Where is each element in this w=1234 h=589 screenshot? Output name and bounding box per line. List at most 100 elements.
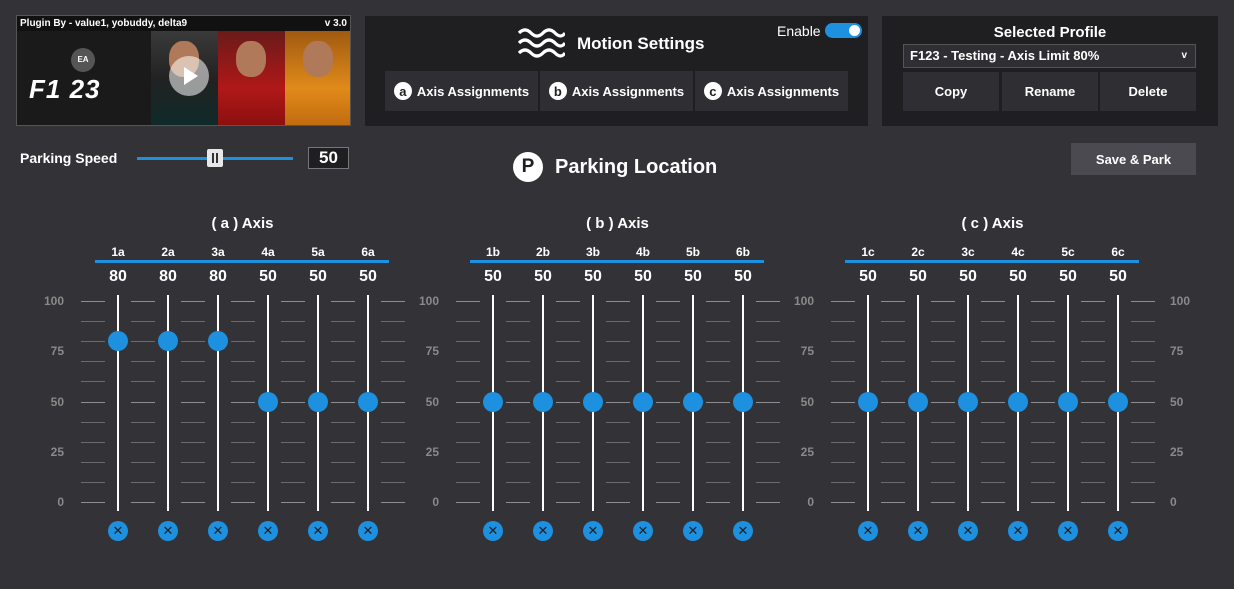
channel-slider-knob[interactable] bbox=[1008, 391, 1028, 412]
scale-tick bbox=[706, 421, 730, 423]
reset-channel-icon[interactable]: ✕ bbox=[308, 521, 328, 541]
scale-tick bbox=[981, 361, 1005, 363]
profile-select[interactable]: F123 - Testing - Axis Limit 80% v bbox=[903, 44, 1196, 68]
reset-channel-icon[interactable]: ✕ bbox=[1008, 521, 1028, 541]
scale-tick bbox=[81, 401, 105, 403]
reset-channel-icon[interactable]: ✕ bbox=[958, 521, 978, 541]
channel-slider-knob[interactable] bbox=[633, 391, 653, 412]
enable-label: Enable bbox=[777, 23, 821, 39]
channel-slider-track[interactable] bbox=[117, 295, 119, 511]
scale-label: 0 bbox=[1170, 495, 1177, 509]
reset-channel-icon[interactable]: ✕ bbox=[683, 521, 703, 541]
enable-toggle[interactable] bbox=[825, 23, 862, 38]
scale-tick bbox=[131, 321, 155, 323]
parking-speed-thumb[interactable] bbox=[207, 149, 223, 167]
scale-tick bbox=[981, 461, 1005, 463]
channel-slider-knob[interactable] bbox=[858, 391, 878, 412]
reset-channel-icon[interactable]: ✕ bbox=[108, 521, 128, 541]
scale-tick bbox=[181, 341, 205, 343]
channel-slider-track[interactable] bbox=[167, 295, 169, 511]
reset-channel-icon[interactable]: ✕ bbox=[483, 521, 503, 541]
channel-slider-knob[interactable] bbox=[583, 391, 603, 412]
channel-slider-knob[interactable] bbox=[308, 391, 328, 412]
scale-tick bbox=[1081, 421, 1105, 423]
save-and-park-button[interactable]: Save & Park bbox=[1071, 143, 1196, 175]
channel-slider-knob[interactable] bbox=[683, 391, 703, 412]
scale-tick bbox=[231, 421, 255, 423]
reset-channel-icon[interactable]: ✕ bbox=[533, 521, 553, 541]
scale-tick bbox=[331, 301, 355, 302]
scale-tick bbox=[506, 381, 530, 383]
scale-tick bbox=[231, 401, 255, 403]
delete-button[interactable]: Delete bbox=[1100, 72, 1196, 111]
reset-channel-icon[interactable]: ✕ bbox=[1108, 521, 1128, 541]
scale-tick bbox=[756, 341, 780, 343]
scale-tick bbox=[331, 502, 355, 503]
reset-channel-icon[interactable]: ✕ bbox=[208, 521, 228, 541]
reset-channel-icon[interactable]: ✕ bbox=[358, 521, 378, 541]
scale-tick bbox=[81, 321, 105, 323]
scale-tick bbox=[281, 502, 305, 503]
scale-label: 25 bbox=[50, 444, 64, 459]
scale-tick bbox=[1131, 361, 1155, 363]
reset-channel-icon[interactable]: ✕ bbox=[908, 521, 928, 541]
reset-channel-icon[interactable]: ✕ bbox=[583, 521, 603, 541]
channel-slider-knob[interactable] bbox=[908, 391, 928, 412]
channel-slider-knob[interactable] bbox=[358, 391, 378, 412]
channel-slider-knob[interactable] bbox=[533, 391, 553, 412]
scale-tick bbox=[831, 321, 855, 323]
axis-a-assignments-button[interactable]: a Axis Assignments bbox=[385, 71, 538, 111]
reset-channel-icon[interactable]: ✕ bbox=[158, 521, 178, 541]
axis-c-assignments-button[interactable]: c Axis Assignments bbox=[695, 71, 848, 111]
axis-group-b: ( b ) Axis 100 75 50 25 0 1b 50 ✕ 2b 50 ✕ 3b 50 ✕ 4b 50 ✕… bbox=[415, 210, 790, 550]
scale-tick bbox=[656, 421, 680, 423]
scale-label: 50 bbox=[50, 394, 64, 409]
scale-tick bbox=[381, 341, 405, 343]
reset-channel-icon[interactable]: ✕ bbox=[733, 521, 753, 541]
channel-slider-knob[interactable] bbox=[483, 391, 503, 412]
channel-slider-knob[interactable] bbox=[258, 391, 278, 412]
channel-value: 50 bbox=[734, 268, 752, 285]
reset-channel-icon[interactable]: ✕ bbox=[633, 521, 653, 541]
scale-tick bbox=[706, 301, 730, 302]
scale-tick bbox=[1031, 441, 1055, 443]
copy-button[interactable]: Copy bbox=[903, 72, 999, 111]
scale-tick bbox=[456, 321, 480, 323]
channel-value: 50 bbox=[534, 268, 552, 285]
play-video-icon[interactable] bbox=[169, 56, 209, 96]
reset-channel-icon[interactable]: ✕ bbox=[858, 521, 878, 541]
scale-tick bbox=[456, 502, 480, 503]
channel-slider-knob[interactable] bbox=[158, 331, 178, 352]
scale-tick bbox=[231, 441, 255, 443]
scale-tick bbox=[281, 301, 305, 302]
scale-tick bbox=[756, 502, 780, 503]
rename-button[interactable]: Rename bbox=[1002, 72, 1098, 111]
scale-tick bbox=[606, 421, 630, 423]
scale-tick bbox=[181, 321, 205, 323]
axis-group-title: ( c ) Axis bbox=[961, 215, 1024, 232]
scale-tick bbox=[1081, 441, 1105, 443]
scale-tick bbox=[506, 401, 530, 403]
reset-channel-icon[interactable]: ✕ bbox=[258, 521, 278, 541]
channel-slider-knob[interactable] bbox=[1058, 391, 1078, 412]
scale-label: 75 bbox=[50, 344, 64, 359]
reset-channel-icon[interactable]: ✕ bbox=[1058, 521, 1078, 541]
scale-tick bbox=[556, 361, 580, 363]
axis-b-assignments-button[interactable]: b Axis Assignments bbox=[540, 71, 693, 111]
channel-slider-knob[interactable] bbox=[958, 391, 978, 412]
channel-slider-knob[interactable] bbox=[208, 331, 228, 352]
channel-slider-knob[interactable] bbox=[108, 331, 128, 352]
channel-slider-knob[interactable] bbox=[733, 391, 753, 412]
scale-tick bbox=[1031, 361, 1055, 363]
scale-tick bbox=[181, 381, 205, 383]
scale-tick bbox=[1131, 441, 1155, 443]
channel-slider-track[interactable] bbox=[217, 295, 219, 511]
scale-tick bbox=[556, 321, 580, 323]
channel-slider-knob[interactable] bbox=[1108, 391, 1128, 412]
scale-tick bbox=[231, 361, 255, 363]
scale-tick bbox=[231, 341, 255, 343]
parking-speed-value[interactable]: 50 bbox=[308, 147, 349, 169]
scale-tick bbox=[456, 381, 480, 383]
scale-tick bbox=[131, 461, 155, 463]
scale-tick bbox=[1131, 301, 1155, 302]
